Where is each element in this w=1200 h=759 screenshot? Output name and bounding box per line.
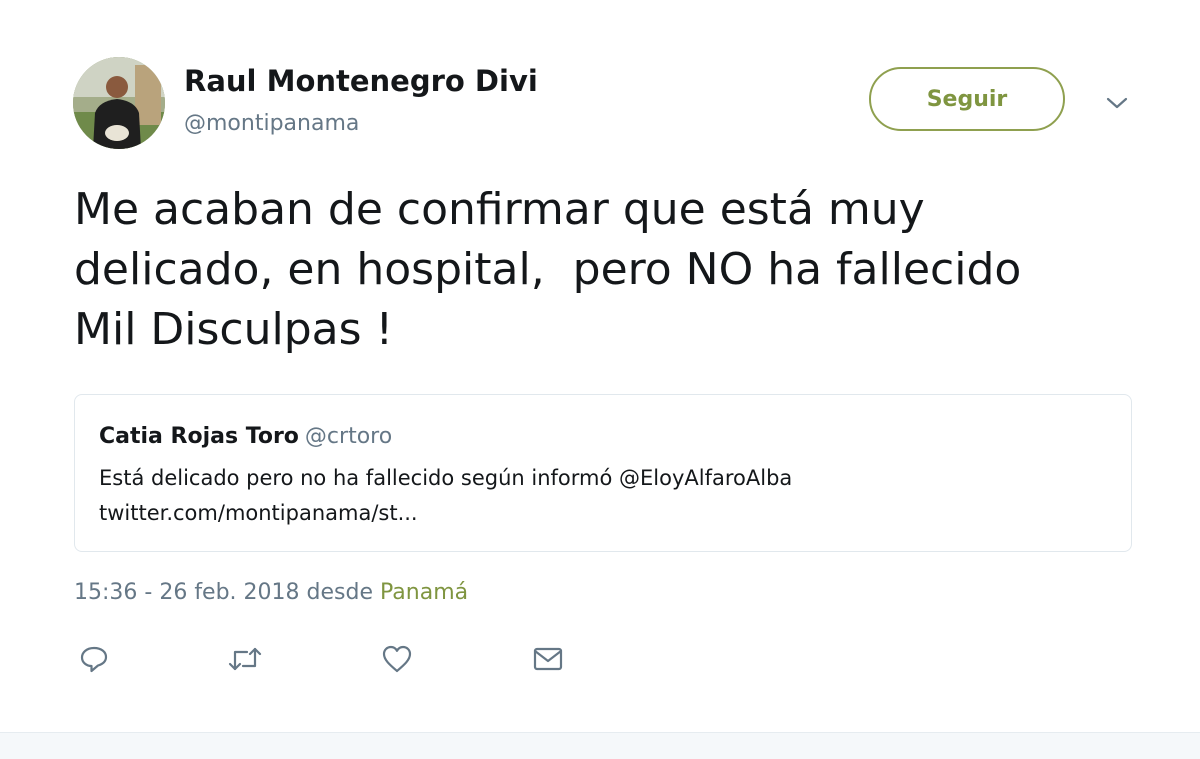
retweet-icon [228,647,262,671]
reply-button[interactable] [76,642,112,676]
quoted-tweet-header: Catia Rojas Toro @crtoro [99,423,1131,451]
like-button[interactable] [379,642,415,676]
chevron-down-icon [1106,97,1128,109]
quoted-tweet-text: Está delicado pero no ha fallecido según… [99,461,1131,531]
tweet-meta: 15:36 - 26 feb. 2018 desde Panamá [74,580,468,605]
retweet-button[interactable] [227,642,263,676]
direct-message-button[interactable] [530,642,566,676]
tweet-text-line: Me acaban de confirmar que está muy [74,184,925,235]
user-photo-icon [73,57,165,149]
quoted-tweet-link[interactable]: twitter.com/montipanama/st... [99,496,1131,531]
quoted-tweet-line: Está delicado pero no ha fallecido según… [99,466,793,490]
author-name[interactable]: Raul Montenegro Divi [184,64,538,98]
tweet-text-line: Mil Disculpas ! [74,304,394,355]
tweet-timestamp[interactable]: 15:36 - 26 feb. 2018 [74,580,300,605]
tweet-text-line: delicado, en hospital, pero NO ha fallec… [74,244,1022,295]
from-label: desde [306,580,374,605]
more-menu-button[interactable] [1101,88,1133,118]
page-footer-strip [0,732,1200,759]
tweet-location[interactable]: Panamá [380,580,468,605]
reply-icon [80,646,108,673]
quoted-author-handle: @crtoro [304,424,393,449]
author-handle[interactable]: @montipanama [184,111,359,136]
heart-icon [382,645,412,673]
tweet-text: Me acaban de confirmar que está muy deli… [74,180,1134,360]
follow-button[interactable]: Seguir [869,67,1065,131]
quoted-author-name: Catia Rojas Toro [99,424,299,449]
envelope-icon [533,647,563,671]
avatar[interactable] [73,57,165,149]
quoted-tweet[interactable]: Catia Rojas Toro @crtoro Está delicado pe… [74,394,1132,552]
